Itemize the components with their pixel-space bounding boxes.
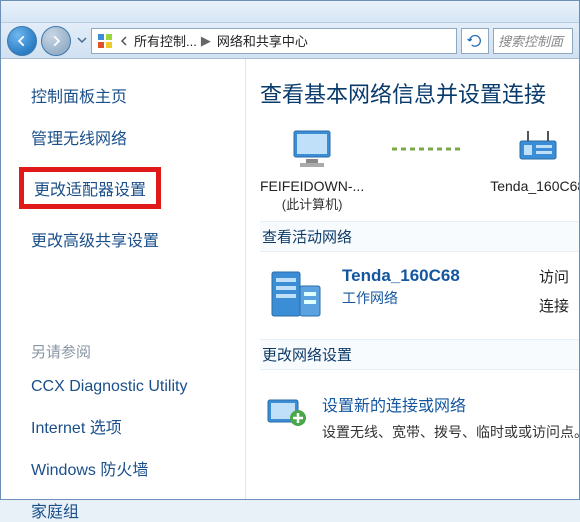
chevron-down-icon xyxy=(77,35,87,45)
see-also-firewall[interactable]: Windows 防火墙 xyxy=(31,456,245,480)
arrow-right-icon xyxy=(49,34,63,48)
network-node-this-pc[interactable]: FEIFEIDOWN-... (此计算机) xyxy=(260,127,364,213)
see-also-header: 另请参阅 xyxy=(31,341,245,362)
main-panel: 查看基本网络信息并设置连接 FEIFEIDOWN-... (此计算机) xyxy=(246,59,579,499)
arrow-left-icon xyxy=(15,34,29,48)
forward-button[interactable] xyxy=(41,26,71,56)
chevron-right-icon: ▶ xyxy=(201,33,211,49)
see-also-ccx[interactable]: CCX Diagnostic Utility xyxy=(31,378,245,396)
breadcrumb-label: 所有控制... xyxy=(134,31,197,50)
setup-new-connection-task[interactable]: 设置新的连接或网络 设置无线、宽带、拨号、临时或或访问点。 xyxy=(264,392,575,442)
network-category-icon xyxy=(264,266,324,325)
setup-connection-icon xyxy=(264,392,308,431)
network-node-router[interactable]: Tenda_160C68 xyxy=(490,127,579,194)
active-network-status: 访问 连接 xyxy=(539,266,575,324)
sidebar-item-manage-wireless[interactable]: 管理无线网络 xyxy=(31,125,245,149)
chevron-left-small-icon xyxy=(120,36,128,46)
address-bar[interactable]: 所有控制... ▶ 网络和共享中心 xyxy=(91,28,457,54)
breadcrumb-label: 网络和共享中心 xyxy=(217,31,308,50)
refresh-button[interactable] xyxy=(461,28,489,54)
refresh-icon xyxy=(467,33,483,49)
window-titlebar xyxy=(1,1,579,23)
router-icon xyxy=(490,127,579,174)
search-input[interactable]: 搜索控制面 xyxy=(493,28,573,54)
breadcrumb-chevron[interactable] xyxy=(120,36,128,46)
see-also-homegroup[interactable]: 家庭组 xyxy=(31,498,245,522)
network-map: FEIFEIDOWN-... (此计算机) Tenda_160C68 xyxy=(260,127,579,213)
search-placeholder: 搜索控制面 xyxy=(498,31,563,50)
see-also-internet-options[interactable]: Internet 选项 xyxy=(31,414,245,438)
access-type-label: 访问 xyxy=(539,266,569,287)
sidebar-item-adapter-settings[interactable]: 更改适配器设置 xyxy=(34,182,146,199)
task-description: 设置无线、宽带、拨号、临时或或访问点。 xyxy=(322,422,579,442)
active-network-info: Tenda_160C68 工作网络 xyxy=(342,266,460,308)
active-network-row: Tenda_160C68 工作网络 访问 连接 xyxy=(260,252,579,339)
task-title: 设置新的连接或网络 xyxy=(322,392,579,416)
active-networks-header: 查看活动网络 xyxy=(260,221,579,252)
nav-history-dropdown[interactable] xyxy=(77,33,87,48)
breadcrumb-item-network-center[interactable]: 网络和共享中心 xyxy=(217,31,308,50)
computer-icon xyxy=(260,127,364,174)
highlight-annotation: 更改适配器设置 xyxy=(19,167,161,209)
control-panel-home-link[interactable]: 控制面板主页 xyxy=(31,83,245,107)
network-type-link[interactable]: 工作网络 xyxy=(342,288,460,308)
node-sublabel: (此计算机) xyxy=(260,194,364,213)
back-button[interactable] xyxy=(7,26,37,56)
change-settings-header: 更改网络设置 xyxy=(260,339,579,370)
breadcrumb-item-all-control[interactable]: 所有控制... ▶ xyxy=(134,31,211,50)
page-heading: 查看基本网络信息并设置连接 xyxy=(260,77,579,109)
connection-line xyxy=(392,127,462,171)
sidebar-item-advanced-sharing[interactable]: 更改高级共享设置 xyxy=(31,227,245,251)
node-label: Tenda_160C68 xyxy=(490,178,579,194)
sidebar: 控制面板主页 管理无线网络 更改适配器设置 更改高级共享设置 另请参阅 CCX … xyxy=(1,59,246,499)
connections-label: 连接 xyxy=(539,295,569,316)
nav-toolbar: 所有控制... ▶ 网络和共享中心 搜索控制面 xyxy=(1,23,579,59)
node-label: FEIFEIDOWN-... xyxy=(260,178,364,194)
control-panel-icon xyxy=(96,33,114,49)
network-name: Tenda_160C68 xyxy=(342,266,460,286)
